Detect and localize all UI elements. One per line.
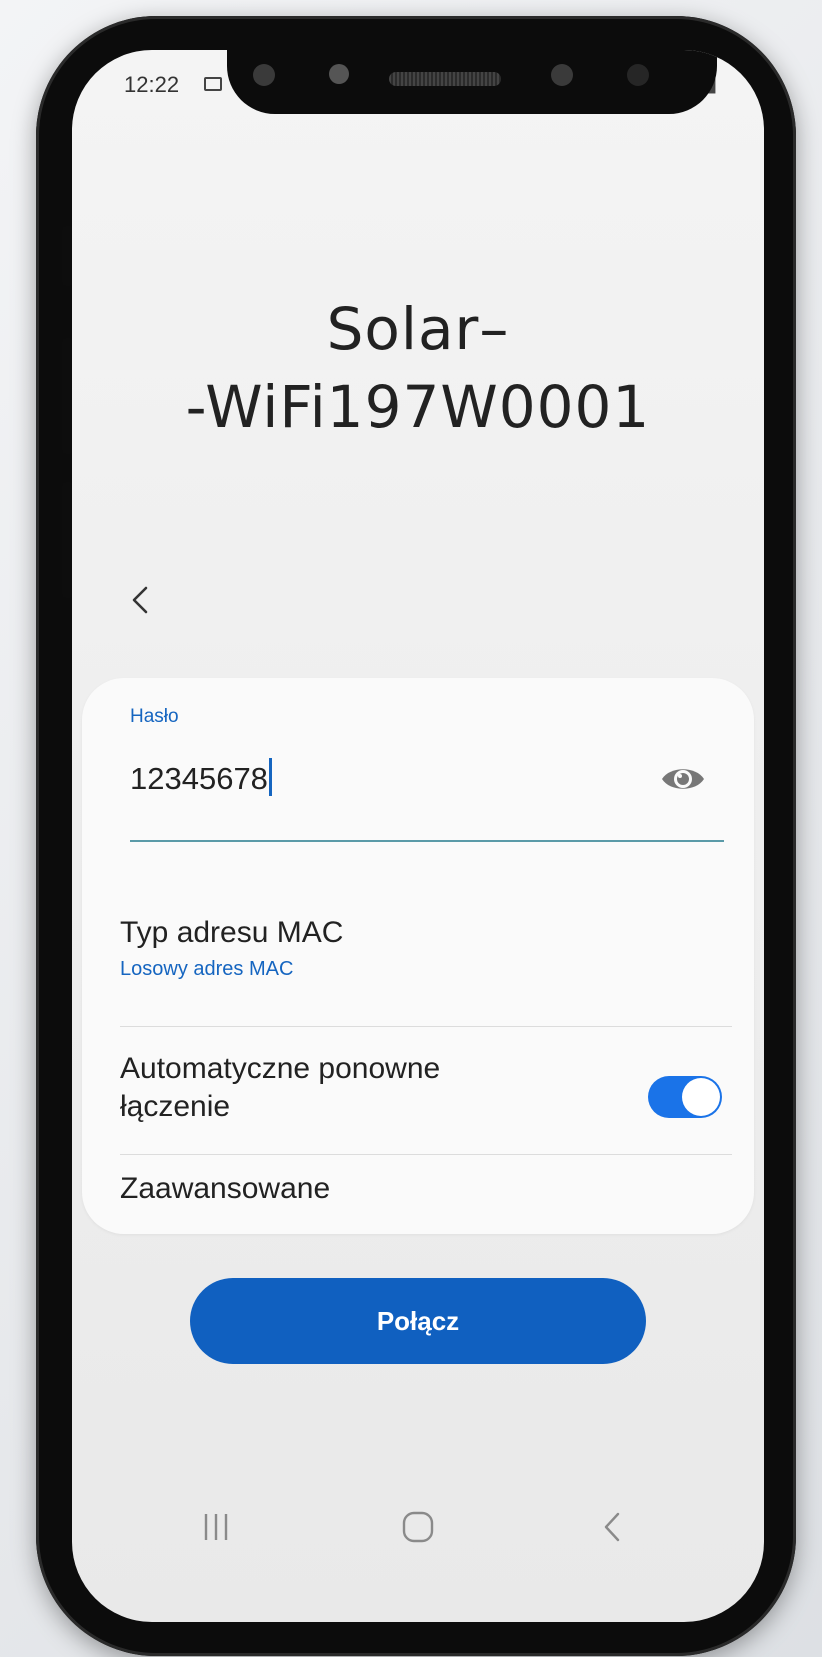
sensor-dot-icon <box>627 64 649 86</box>
divider <box>120 1154 732 1155</box>
auto-reconnect-toggle[interactable] <box>648 1076 722 1118</box>
password-label: Hasło <box>130 706 179 727</box>
sensor-icon <box>253 64 275 86</box>
password-underline <box>130 840 724 842</box>
notch <box>227 50 717 114</box>
mac-address-type-title: Typ adresu MAC <box>120 916 344 949</box>
navigation-bar <box>72 1490 764 1580</box>
earpiece-speaker <box>389 72 501 86</box>
proximity-sensor-icon <box>329 64 349 84</box>
password-value: 12345678 <box>130 758 272 797</box>
mac-address-type-value: Losowy adres MAC <box>120 958 294 980</box>
connect-button[interactable]: Połącz <box>190 1278 646 1364</box>
text-cursor <box>268 758 272 796</box>
password-text: 12345678 <box>130 761 268 796</box>
network-title-line2: -WiFi197W0001 <box>185 373 651 441</box>
divider <box>120 1026 732 1027</box>
recent-apps-icon[interactable] <box>176 1490 256 1570</box>
front-camera-icon <box>551 64 573 86</box>
auto-reconnect-title-line2: łączenie <box>120 1090 231 1123</box>
network-title-line1: Solar– <box>326 295 510 363</box>
back-icon[interactable] <box>572 1490 652 1570</box>
auto-reconnect-row[interactable]: Automatyczne ponowne łączenie <box>120 1050 620 1126</box>
toggle-knob <box>682 1078 720 1116</box>
back-arrow-icon[interactable] <box>120 580 160 620</box>
gallery-notification-icon <box>204 77 222 91</box>
status-time: 12:22 <box>124 72 180 97</box>
screen: 12:22 ◀✈▮ Solar– -WiFi197W0001 Hasło 123… <box>72 50 764 1622</box>
auto-reconnect-title-line1: Automatyczne ponowne <box>120 1052 441 1085</box>
home-icon[interactable] <box>378 1490 458 1570</box>
network-title: Solar– -WiFi197W0001 <box>72 290 764 446</box>
advanced-title: Zaawansowane <box>120 1172 331 1205</box>
advanced-row[interactable]: Zaawansowane <box>120 1170 728 1208</box>
wifi-settings-card: Hasło 12345678 Typ adresu MAC Losowy adr… <box>82 678 754 1234</box>
show-password-eye-icon[interactable] <box>660 762 706 796</box>
mac-address-type-row[interactable]: Typ adresu MAC Losowy adres MAC <box>120 914 728 981</box>
